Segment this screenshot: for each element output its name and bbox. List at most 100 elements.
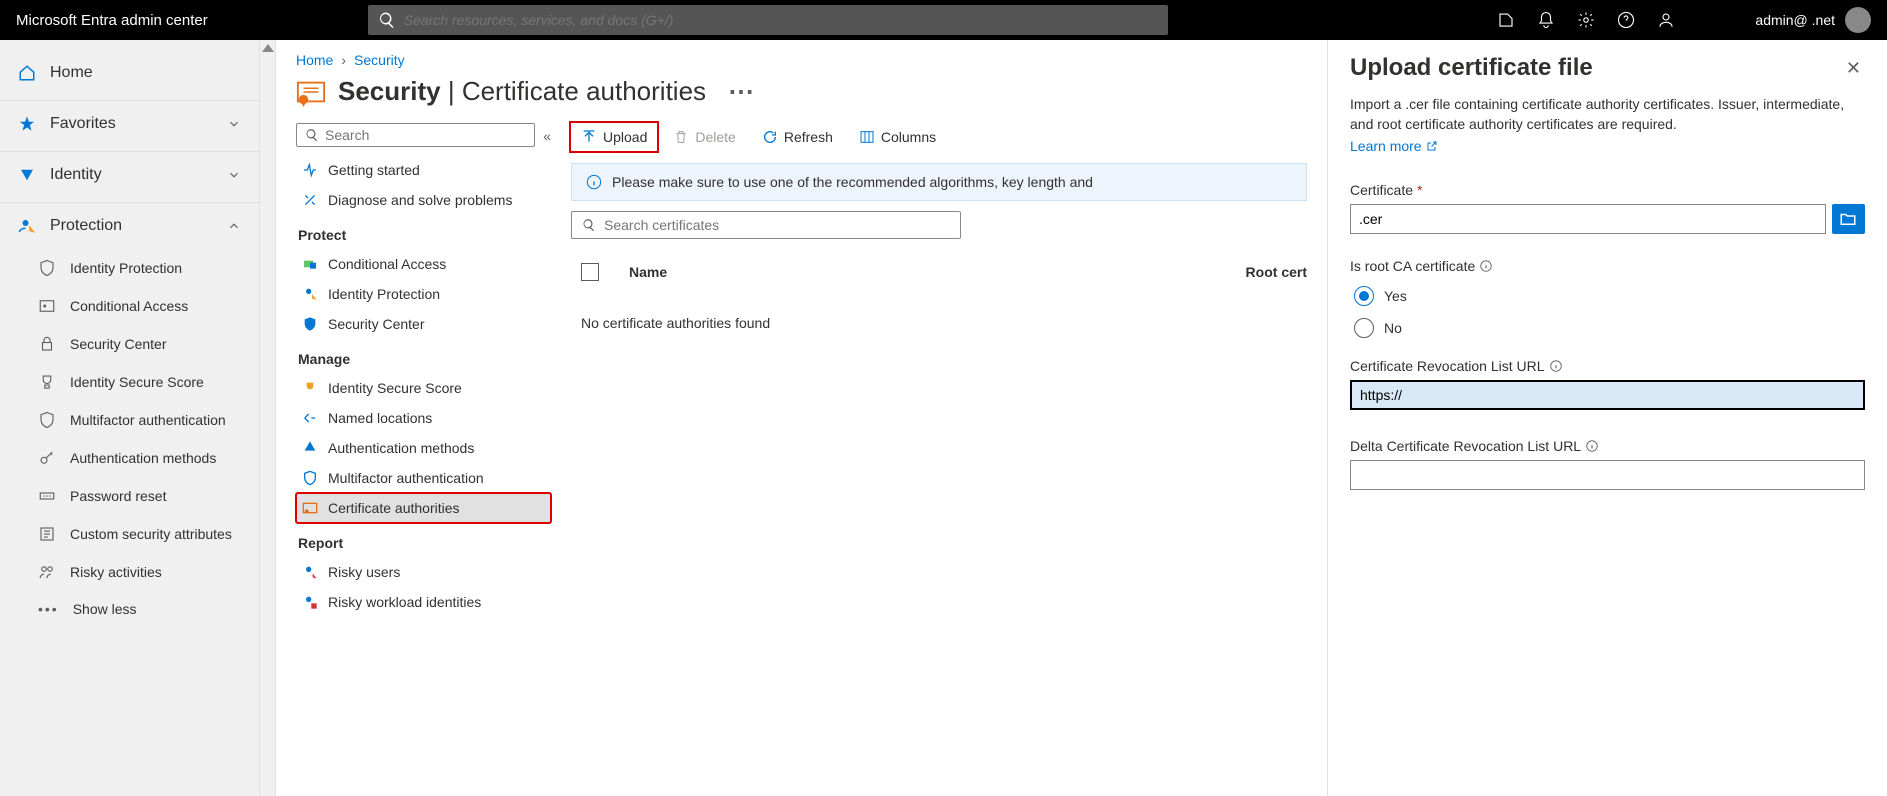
nav-sub-label: Risky activities: [70, 564, 162, 580]
cert-list-area: Upload Delete Refresh Columns Please mak…: [551, 123, 1307, 796]
notifications-icon[interactable]: [1537, 11, 1555, 29]
nav-scrollbar[interactable]: [260, 40, 276, 796]
subnav-diagnose[interactable]: Diagnose and solve problems: [296, 185, 551, 215]
global-search[interactable]: [368, 5, 1168, 35]
nav-favorites[interactable]: Favorites: [0, 100, 259, 147]
nav-conditional-access[interactable]: Conditional Access: [0, 287, 259, 325]
nav-secure-score[interactable]: Identity Secure Score: [0, 363, 259, 401]
nav-sub-label: Security Center: [70, 336, 166, 352]
subnav-named-locations[interactable]: Named locations: [296, 403, 551, 433]
cert-search[interactable]: [571, 211, 961, 239]
nav-password-reset[interactable]: Password reset: [0, 477, 259, 515]
info-icon[interactable]: [1549, 359, 1563, 373]
refresh-button[interactable]: Refresh: [752, 123, 843, 151]
subnav-search-input[interactable]: [325, 127, 526, 143]
breadcrumb-security[interactable]: Security: [354, 52, 405, 68]
learn-more-link[interactable]: Learn more: [1350, 138, 1865, 154]
settings-gear-icon[interactable]: [1577, 11, 1595, 29]
password-icon: [38, 487, 56, 505]
user-email: admin@ .net: [1755, 12, 1835, 28]
nav-protection[interactable]: Protection: [0, 202, 259, 249]
subnav-secure-score[interactable]: Identity Secure Score: [296, 373, 551, 403]
copilot-icon[interactable]: [1497, 11, 1515, 29]
nav-sub-label: Conditional Access: [70, 298, 188, 314]
auth-methods-icon: [302, 440, 318, 456]
collapse-subnav-icon[interactable]: «: [543, 128, 551, 144]
subnav-risky-users[interactable]: Risky users: [296, 557, 551, 587]
subnav-certificate-authorities[interactable]: Certificate authorities: [296, 493, 551, 523]
global-search-input[interactable]: [404, 12, 1158, 28]
custom-attr-icon: [38, 525, 56, 543]
cert-file-input[interactable]: [1350, 204, 1826, 234]
user-menu[interactable]: admin@ .net: [1755, 7, 1871, 33]
diagnose-icon: [302, 192, 318, 208]
lock-icon: [38, 335, 56, 353]
crl-field-label: Certificate Revocation List URL: [1350, 358, 1865, 374]
help-icon[interactable]: [1617, 11, 1635, 29]
nav-home-label: Home: [50, 64, 93, 82]
columns-button[interactable]: Columns: [849, 123, 946, 151]
security-center-icon: [302, 316, 318, 332]
cert-search-input[interactable]: [604, 217, 950, 233]
col-name[interactable]: Name: [629, 264, 667, 280]
subnav-section-report: Report: [296, 523, 551, 557]
feedback-icon[interactable]: [1657, 11, 1675, 29]
nav-home[interactable]: Home: [0, 50, 259, 96]
subnav-label: Risky users: [328, 564, 400, 580]
subnav-security-center[interactable]: Security Center: [296, 309, 551, 339]
toolbar-label: Delete: [695, 129, 735, 145]
risky-workload-icon: [302, 594, 318, 610]
star-icon: [18, 115, 36, 133]
banner-text: Please make sure to use one of the recom…: [612, 174, 1093, 190]
subnav-search[interactable]: [296, 123, 535, 147]
nav-risky-activities[interactable]: Risky activities: [0, 553, 259, 591]
chevron-down-icon: [227, 117, 241, 131]
cert-field-label: Certificate*: [1350, 182, 1865, 198]
trophy-icon: [38, 373, 56, 391]
breadcrumb-home[interactable]: Home: [296, 52, 333, 68]
delete-button[interactable]: Delete: [663, 123, 745, 151]
protection-icon: [18, 217, 36, 235]
breadcrumb: Home › Security: [296, 52, 1307, 68]
col-root-cert[interactable]: Root cert: [1246, 264, 1307, 280]
nav-protection-label: Protection: [50, 217, 122, 235]
nav-auth-methods[interactable]: Authentication methods: [0, 439, 259, 477]
external-link-icon: [1426, 140, 1438, 152]
subnav-conditional-access[interactable]: Conditional Access: [296, 249, 551, 279]
page-title: Security | Certificate authorities ⋯: [296, 76, 1307, 107]
flyout-title: Upload certificate file: [1350, 54, 1593, 82]
nav-custom-attrs[interactable]: Custom security attributes: [0, 515, 259, 553]
upload-button[interactable]: Upload: [571, 123, 657, 151]
subnav-label: Risky workload identities: [328, 594, 481, 610]
nav-favorites-label: Favorites: [50, 115, 116, 133]
select-all-checkbox[interactable]: [581, 263, 599, 281]
subnav-label: Conditional Access: [328, 256, 446, 272]
subnav-auth-methods[interactable]: Authentication methods: [296, 433, 551, 463]
info-icon[interactable]: [1479, 259, 1493, 273]
subnav-risky-workload[interactable]: Risky workload identities: [296, 587, 551, 617]
nav-mfa[interactable]: Multifactor authentication: [0, 401, 259, 439]
flyout-description: Import a .cer file containing certificat…: [1350, 95, 1865, 134]
nav-identity-protection[interactable]: Identity Protection: [0, 249, 259, 287]
crl-url-input[interactable]: [1350, 380, 1865, 410]
mfa-icon: [302, 470, 318, 486]
subnav-mfa[interactable]: Multifactor authentication: [296, 463, 551, 493]
isroot-yes-radio[interactable]: Yes: [1350, 280, 1865, 312]
left-nav: Home Favorites Identity Protection Ident…: [0, 40, 260, 796]
subnav-getting-started[interactable]: Getting started: [296, 155, 551, 185]
info-icon[interactable]: [1585, 439, 1599, 453]
nav-security-center[interactable]: Security Center: [0, 325, 259, 363]
delta-crl-url-input[interactable]: [1350, 460, 1865, 490]
toolbar-label: Refresh: [784, 129, 833, 145]
blade-subnav: « Getting started Diagnose and solve pro…: [296, 123, 551, 796]
subnav-label: Named locations: [328, 410, 432, 426]
more-icon[interactable]: ⋯: [728, 76, 754, 107]
subnav-identity-protection[interactable]: Identity Protection: [296, 279, 551, 309]
isroot-no-radio[interactable]: No: [1350, 312, 1865, 344]
close-flyout-button[interactable]: ✕: [1842, 54, 1865, 83]
nav-sub-label: Multifactor authentication: [70, 412, 226, 428]
browse-file-button[interactable]: [1832, 204, 1865, 234]
conditional-access-icon: [38, 297, 56, 315]
nav-show-less[interactable]: •••Show less: [0, 591, 259, 627]
nav-identity[interactable]: Identity: [0, 151, 259, 198]
